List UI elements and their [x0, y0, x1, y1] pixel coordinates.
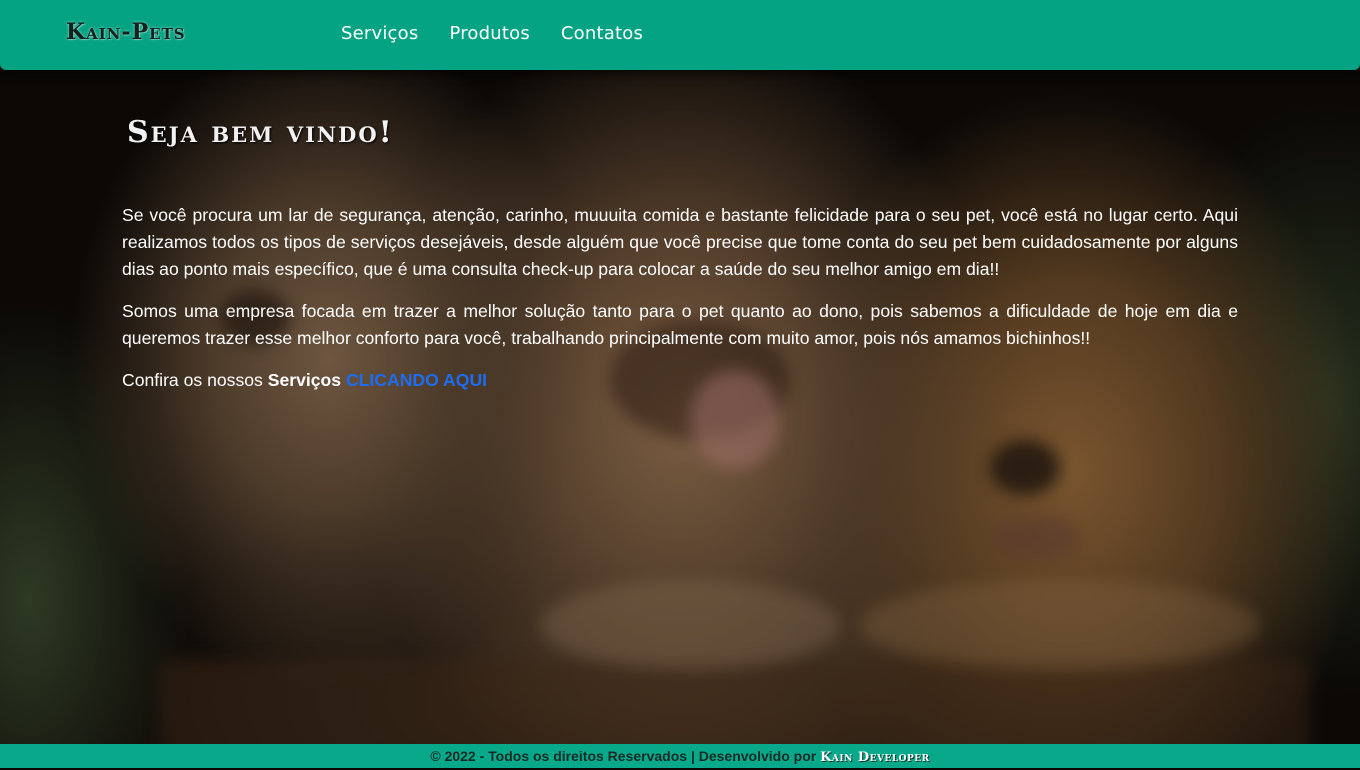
site-logo[interactable]: Kain-Pets	[66, 19, 186, 45]
cta-prefix: Confira os nossos	[122, 370, 263, 390]
cta-paragraph: Confira os nossos Serviços CLICANDO AQUI	[122, 367, 1238, 394]
cta-services-label: Serviços	[267, 370, 342, 390]
welcome-title: Seja bem vindo!	[127, 115, 394, 150]
intro-paragraph: Se você procura um lar de segurança, ate…	[122, 205, 1238, 279]
footer-developer-brand[interactable]: Kain Developer	[820, 750, 930, 765]
nav-link-servicos[interactable]: Serviços	[341, 23, 418, 44]
main-nav: Serviços Produtos Contatos	[341, 23, 643, 44]
nav-link-contatos[interactable]: Contatos	[561, 23, 643, 44]
site-header: Kain-Pets Serviços Produtos Contatos	[0, 0, 1360, 70]
main-content: Seja bem vindo! Se você procura um lar d…	[122, 115, 1238, 394]
site-footer: © 2022 - Todos os direitos Reservados | …	[0, 744, 1360, 768]
cta-link-clicando-aqui[interactable]: CLICANDO AQUI	[346, 370, 487, 390]
nav-link-produtos[interactable]: Produtos	[449, 23, 529, 44]
company-paragraph: Somos uma empresa focada em trazer a mel…	[122, 301, 1238, 348]
footer-copyright: © 2022 - Todos os direitos Reservados | …	[430, 748, 817, 764]
